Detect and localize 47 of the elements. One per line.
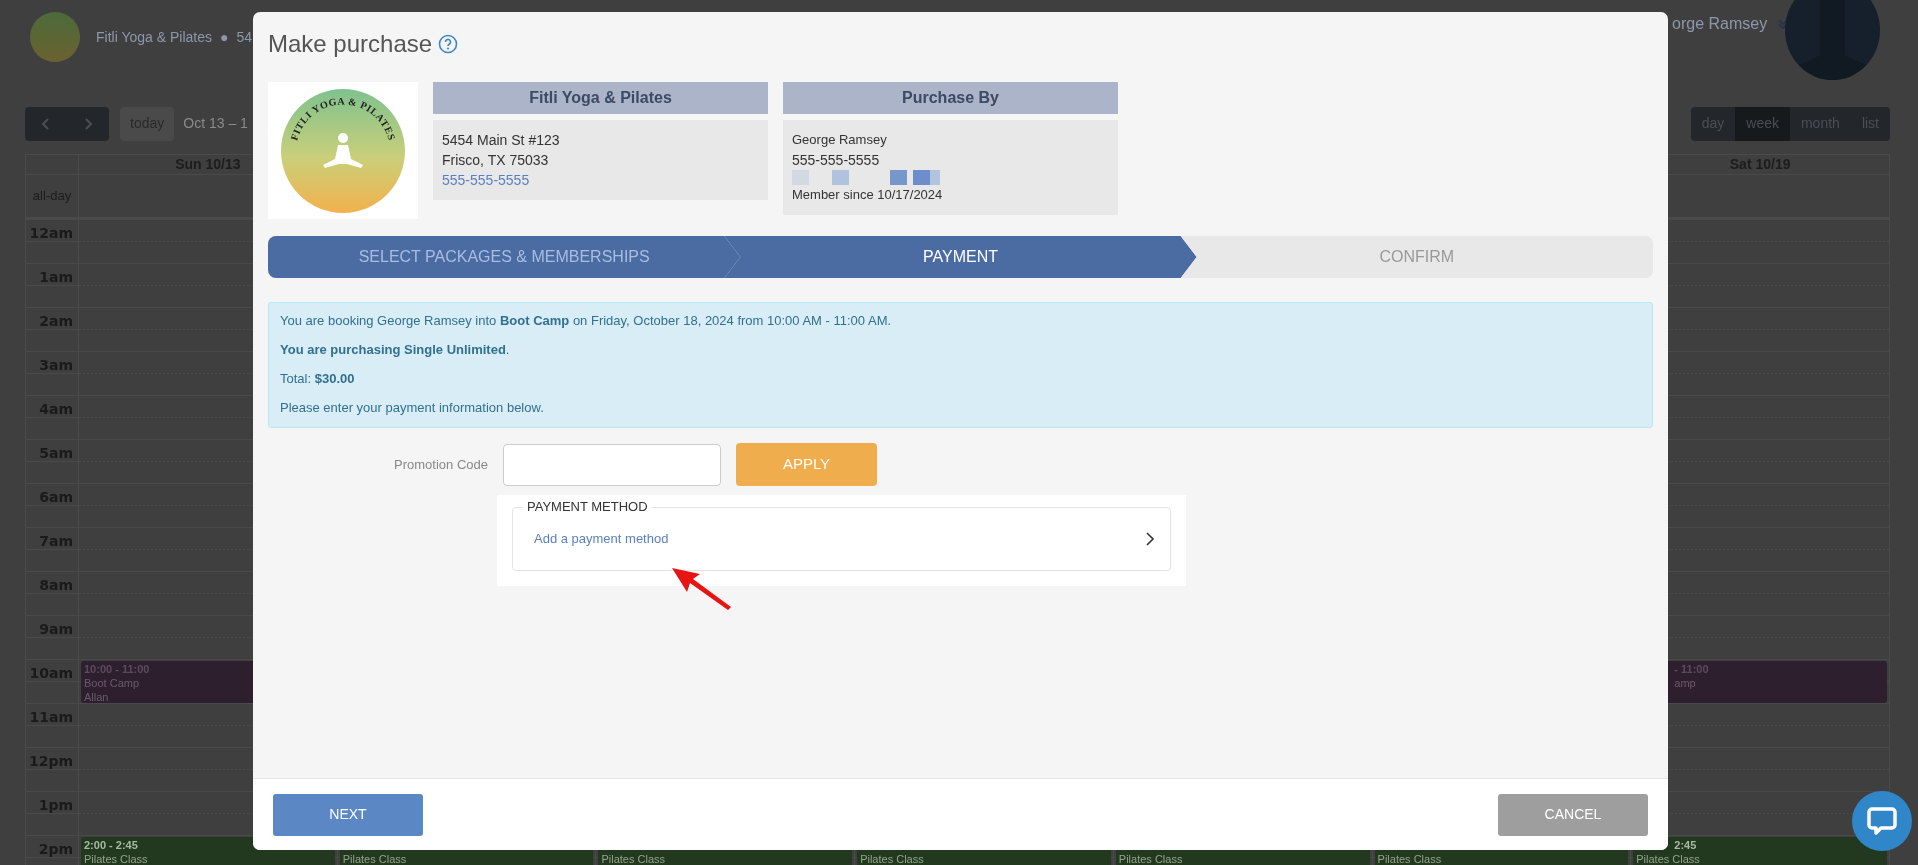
member-since: Member since 10/17/2024 bbox=[792, 187, 943, 202]
event-title: Pilates Class bbox=[860, 853, 924, 865]
cancel-button[interactable]: CANCEL bbox=[1498, 793, 1648, 836]
notice-text: Total: $30.00 bbox=[280, 370, 356, 387]
wizard-step[interactable]: SELECT PACKAGES & MEMBERSHIPS bbox=[268, 236, 741, 278]
purchaser-phone: 555-555-5555 bbox=[792, 152, 880, 168]
notice-text: You are purchasing Single Unlimited. bbox=[280, 341, 511, 358]
logo-icon bbox=[30, 12, 80, 62]
separator-dot: ● bbox=[219, 27, 229, 47]
view-tab[interactable]: week bbox=[1735, 106, 1790, 141]
phone-link[interactable]: 555-555-5555 bbox=[442, 172, 530, 188]
user-name[interactable]: orge Ramsey bbox=[1672, 12, 1768, 36]
business-name[interactable]: Fitli Yoga & Pilates bbox=[96, 26, 212, 48]
notice-text: Please enter your payment information below. bbox=[280, 399, 545, 416]
event-title: Pilates Class bbox=[342, 853, 407, 865]
help-icon[interactable] bbox=[438, 34, 459, 54]
event-title: amp bbox=[1674, 677, 1696, 689]
address-line: 5454 Main St #123 bbox=[442, 132, 560, 148]
chevron-right-icon[interactable] bbox=[1145, 531, 1155, 547]
event-instructor: Allan bbox=[84, 691, 109, 703]
apply-button[interactable]: APPLY bbox=[736, 443, 877, 486]
promo-code-field[interactable] bbox=[503, 443, 721, 486]
chevron-left-icon bbox=[41, 117, 51, 130]
promo-code-label: Promotion Code bbox=[393, 455, 488, 474]
dialog-title: Make purchase bbox=[268, 29, 433, 59]
purchaser-name: George Ramsey bbox=[792, 132, 887, 147]
add-payment-link[interactable]: Add a payment method bbox=[528, 529, 669, 549]
event-title: Boot Camp bbox=[84, 677, 140, 689]
wizard-step[interactable]: PAYMENT bbox=[724, 236, 1197, 278]
event-title: Pilates Class bbox=[1636, 853, 1700, 865]
pointer-arrow bbox=[670, 566, 732, 611]
purchaser-heading: Purchase By bbox=[902, 89, 999, 106]
event-time: 2:45 bbox=[1674, 839, 1697, 851]
business-heading: Fitli Yoga & Pilates bbox=[529, 89, 672, 106]
next-button[interactable]: NEXT bbox=[273, 793, 423, 836]
date-range: Oct 13 – 1 bbox=[183, 114, 248, 133]
address-line: Frisco, TX 75033 bbox=[442, 152, 549, 168]
event-title: Pilates Class bbox=[1118, 853, 1183, 865]
chat-button[interactable] bbox=[1852, 791, 1912, 851]
event-time: 2:00 - 2:45 bbox=[84, 839, 138, 851]
address-text: 54 bbox=[236, 27, 252, 47]
chevron-right-icon bbox=[83, 117, 93, 130]
speech-bubble-icon bbox=[1866, 805, 1898, 837]
notice-text: You are booking George Ramsey into Boot Camp on Friday, October 18, 2024 from 10:00 AM - 11:00 AM. bbox=[280, 312, 893, 329]
event-title: Pilates Class bbox=[84, 853, 148, 865]
event-title: Pilates Class bbox=[601, 853, 665, 865]
event-title: Pilates Class bbox=[1377, 853, 1442, 865]
